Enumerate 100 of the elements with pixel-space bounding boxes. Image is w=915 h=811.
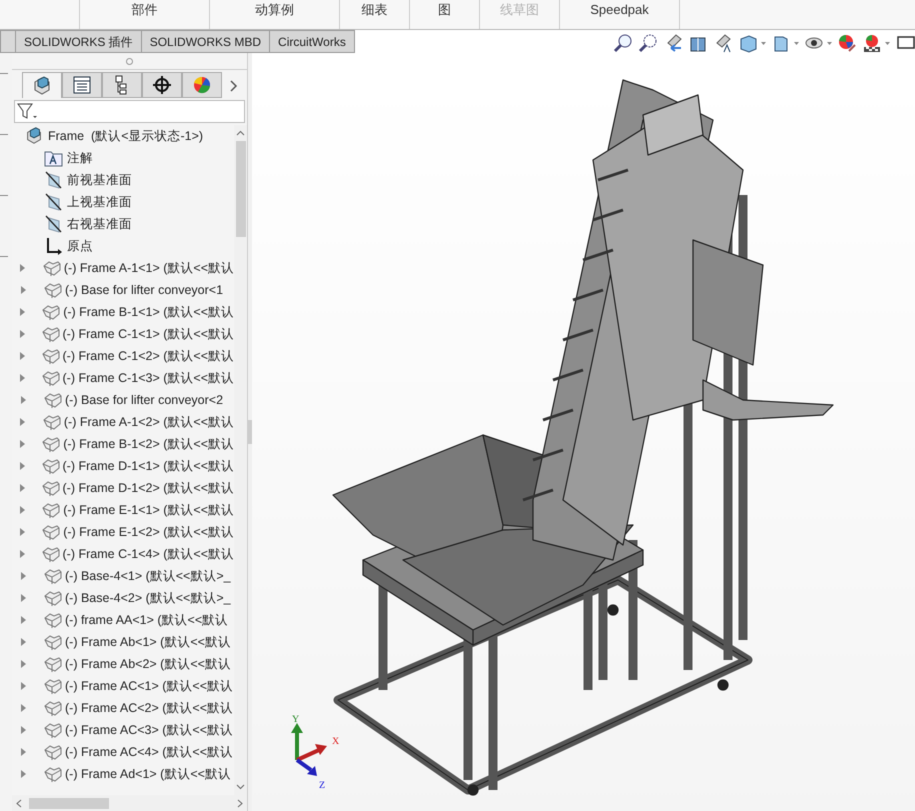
dropdown-caret-icon[interactable] <box>827 42 832 44</box>
tree-item-label[interactable]: (-) Frame AC<2> (默认<<默认 <box>65 698 234 718</box>
panel-tab[interactable] <box>142 72 182 98</box>
ribbon-button[interactable]: 部件 <box>80 0 210 29</box>
ribbon-button[interactable]: 细表 <box>340 0 410 29</box>
scroll-thumb[interactable] <box>236 141 246 237</box>
splitter-handle[interactable] <box>248 420 252 444</box>
ribbon-button[interactable]: Speedpak <box>560 0 680 29</box>
tree-item-label[interactable]: (-) Frame Ad<1> (默认<<默认 <box>65 764 231 784</box>
filter-field[interactable] <box>14 100 245 123</box>
z-axis-arrow <box>296 758 317 776</box>
dropdown-caret-icon[interactable] <box>761 42 766 44</box>
tree-item-label[interactable]: (-) Frame Ab<2> (默认<<默认 <box>65 654 231 674</box>
scene-icon[interactable] <box>862 33 882 53</box>
x-axis-label: X <box>332 736 340 747</box>
y-axis-arrow <box>291 723 303 760</box>
tree-item-label[interactable]: 注解 <box>67 148 93 168</box>
expand-arrow-icon[interactable] <box>20 638 26 646</box>
tree-item-label[interactable]: Frame (默认<显示状态-1>) <box>48 126 204 146</box>
expand-arrow-icon[interactable] <box>20 704 26 712</box>
x-axis-arrow <box>296 744 327 762</box>
expand-arrow-icon[interactable] <box>20 660 26 668</box>
panel-tab[interactable] <box>62 72 102 98</box>
scroll-thumb[interactable] <box>29 798 109 808</box>
expand-arrow-icon[interactable] <box>20 528 25 536</box>
expand-arrow-icon[interactable] <box>20 374 25 382</box>
vertical-scrollbar[interactable] <box>234 125 247 795</box>
zoom-fit-icon[interactable] <box>613 33 633 53</box>
tree-item-label[interactable]: (-) Frame E-1<2> (默认<<默认 <box>63 522 234 542</box>
tree-item-label[interactable]: (-) Frame AC<4> (默认<<默认 <box>65 742 234 762</box>
list-icon <box>71 74 93 96</box>
ribbon-button[interactable]: 图 <box>410 0 480 29</box>
tree-item-label[interactable]: (-) Frame B-1<2> (默认<<默认 <box>63 434 234 454</box>
expand-arrow-icon[interactable] <box>20 264 26 272</box>
scroll-left-icon <box>15 798 23 808</box>
annotation-folder-icon <box>44 149 64 167</box>
expand-arrow-icon[interactable] <box>20 682 26 690</box>
zoom-area-icon[interactable] <box>638 33 658 53</box>
tree-item-label[interactable]: (-) Base for lifter conveyor<1 <box>65 280 224 300</box>
dropdown-caret-icon[interactable] <box>885 42 890 44</box>
expand-arrow-icon[interactable] <box>20 308 25 316</box>
tree-item-label[interactable]: (-) Frame C-1<2> (默认<<默认 <box>62 346 234 366</box>
expand-arrow-icon[interactable] <box>20 418 26 426</box>
crosshair-icon <box>151 74 173 96</box>
expand-arrow-icon[interactable] <box>20 506 25 514</box>
tree-item-label[interactable]: (-) Frame AC<1> (默认<<默认 <box>65 676 234 696</box>
dropdown-caret-icon[interactable] <box>794 42 799 44</box>
tree-item-label[interactable]: (-) Frame A-1<2> (默认<<默认 <box>64 412 234 432</box>
cut-off-tab[interactable] <box>0 30 16 53</box>
command-tab[interactable]: CircuitWorks <box>270 30 355 53</box>
expand-arrow-icon[interactable] <box>20 594 26 602</box>
filter-icon <box>17 102 39 120</box>
expand-arrow-icon[interactable] <box>20 616 26 624</box>
tree-item-label[interactable]: (-) Frame B-1<1> (默认<<默认 <box>63 302 234 322</box>
ribbon-button[interactable]: 动算例 <box>210 0 340 29</box>
expand-arrow-icon[interactable] <box>20 726 26 734</box>
tree-item-label[interactable]: 上视基准面 <box>67 192 132 212</box>
plane-icon <box>44 170 64 190</box>
scroll-up-icon <box>236 129 245 138</box>
tree-item-label[interactable]: (-) Base-4<1> (默认<<默认>_ <box>65 566 231 586</box>
expand-arrow-icon[interactable] <box>20 748 26 756</box>
command-tab[interactable]: SOLIDWORKS 插件 <box>16 30 142 53</box>
expand-arrow-icon[interactable] <box>20 286 26 294</box>
command-tab[interactable]: SOLIDWORKS MBD <box>142 30 270 53</box>
tree-item-label[interactable]: (-) Frame Ab<1> (默认<<默认 <box>65 632 231 652</box>
tree-item-label[interactable]: (-) Frame D-1<2> (默认<<默认 <box>62 478 234 498</box>
panel-grip[interactable] <box>126 58 133 64</box>
tree-item-label[interactable]: (-) frame AA<1> (默认<<默认 <box>65 610 228 630</box>
expand-arrow-icon[interactable] <box>20 396 26 404</box>
expand-arrow-icon[interactable] <box>20 572 26 580</box>
expand-arrow-icon[interactable] <box>20 352 25 360</box>
expand-arrow-icon[interactable] <box>20 330 25 338</box>
plane-icon <box>44 192 64 212</box>
appearance-edit-icon[interactable] <box>837 33 857 53</box>
tree-item-label[interactable]: (-) Frame D-1<1> (默认<<默认 <box>62 456 234 476</box>
tree-item-label[interactable]: (-) Frame AC<3> (默认<<默认 <box>65 720 234 740</box>
tree-item-label[interactable]: 原点 <box>67 236 93 256</box>
chevron-right-icon[interactable] <box>230 80 238 92</box>
plane-icon <box>44 214 64 234</box>
scroll-down-icon <box>236 782 245 791</box>
panel-tab[interactable] <box>102 72 142 98</box>
z-axis-label: Z <box>319 780 326 791</box>
tree-item-label[interactable]: (-) Frame C-1<4> (默认<<默认 <box>62 544 234 564</box>
assembly-icon <box>24 126 44 146</box>
expand-arrow-icon[interactable] <box>20 770 26 778</box>
expand-arrow-icon[interactable] <box>20 462 25 470</box>
tree-item-label[interactable]: (-) Frame C-1<3> (默认<<默认 <box>62 368 234 388</box>
expand-arrow-icon[interactable] <box>20 550 25 558</box>
tree-item-label[interactable]: (-) Frame A-1<1> (默认<<默认 <box>64 258 234 278</box>
tree-item-label[interactable]: (-) Base for lifter conveyor<2 <box>65 390 224 410</box>
tree-item-label[interactable]: (-) Frame C-1<1> (默认<<默认 <box>62 324 234 344</box>
horizontal-scrollbar[interactable] <box>12 795 247 811</box>
tree-item-label[interactable]: 右视基准面 <box>67 214 132 234</box>
scroll-right-icon <box>236 798 244 808</box>
expand-arrow-icon[interactable] <box>20 440 25 448</box>
panel-tab[interactable] <box>22 72 62 98</box>
expand-arrow-icon[interactable] <box>20 484 25 492</box>
tree-item-label[interactable]: (-) Frame E-1<1> (默认<<默认 <box>63 500 234 520</box>
tree-item-label[interactable]: (-) Base-4<2> (默认<<默认>_ <box>65 588 231 608</box>
tree-item-label[interactable]: 前视基准面 <box>67 170 132 190</box>
